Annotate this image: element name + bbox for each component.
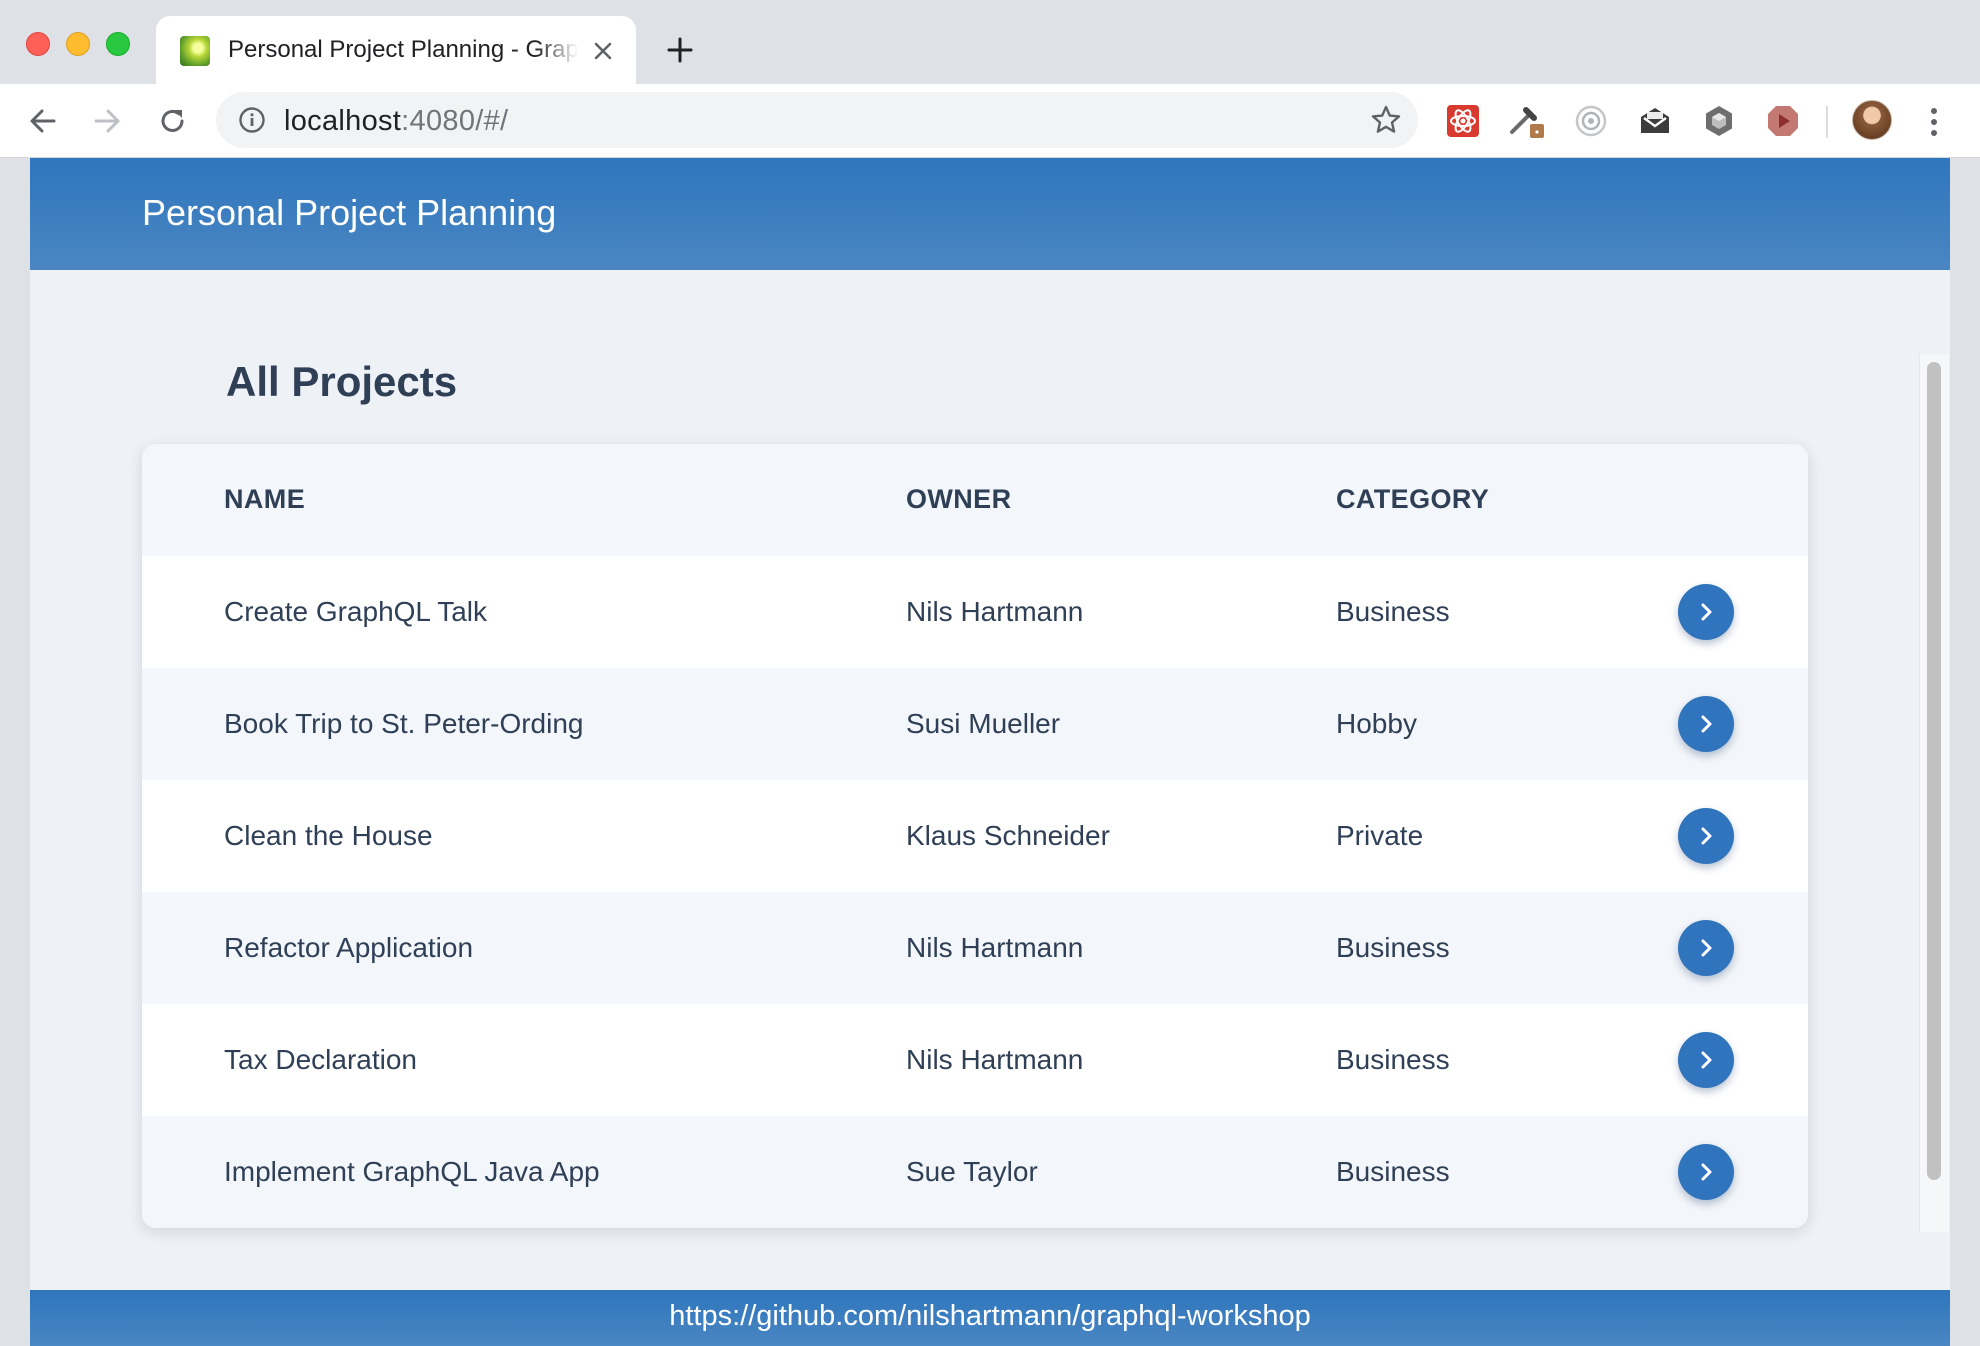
scrollbar-thumb[interactable] <box>1927 362 1941 1180</box>
chevron-right-icon <box>1701 603 1712 621</box>
open-project-button[interactable] <box>1678 584 1734 640</box>
address-bar[interactable]: localhost:4080/#/ <box>216 92 1418 148</box>
project-name: Implement GraphQL Java App <box>224 1156 600 1187</box>
url-text: localhost:4080/#/ <box>284 105 508 138</box>
info-icon[interactable] <box>238 106 266 134</box>
table-row[interactable]: Book Trip to St. Peter-Ording Susi Muell… <box>142 668 1808 780</box>
project-owner: Klaus Schneider <box>906 820 1110 851</box>
project-name: Tax Declaration <box>224 1044 417 1075</box>
project-name: Book Trip to St. Peter-Ording <box>224 708 584 739</box>
project-name: Create GraphQL Talk <box>224 596 488 627</box>
table-header: NAME OWNER CATEGORY <box>142 444 1808 556</box>
react-devtools-icon[interactable] <box>1444 102 1482 140</box>
url-host: localhost <box>284 105 402 137</box>
browser-toolbar: localhost:4080/#/ <box>0 84 1980 158</box>
browser-tab-active[interactable]: Personal Project Planning - GraphQL Work… <box>156 16 636 84</box>
chevron-right-icon <box>1701 1163 1712 1181</box>
table-row[interactable]: Clean the House Klaus Schneider Private <box>142 780 1808 892</box>
reload-icon[interactable] <box>150 98 196 144</box>
tab-title: Personal Project Planning - GraphQL Work… <box>228 36 578 63</box>
open-project-button[interactable] <box>1678 1032 1734 1088</box>
column-header-category: CATEGORY <box>1336 484 1490 514</box>
app-title[interactable]: Personal Project Planning <box>142 192 556 234</box>
project-owner: Sue Taylor <box>906 1156 1038 1187</box>
project-owner: Susi Mueller <box>906 708 1061 739</box>
eyedropper-icon[interactable] <box>1508 102 1546 140</box>
target-icon[interactable] <box>1572 102 1610 140</box>
project-owner: Nils Hartmann <box>906 932 1084 963</box>
project-category: Business <box>1336 1156 1450 1187</box>
app-header: Personal Project Planning <box>30 158 1950 270</box>
page-viewport: Personal Project Planning All Projects N… <box>30 158 1950 1346</box>
open-project-button[interactable] <box>1678 808 1734 864</box>
play-icon[interactable] <box>1764 102 1802 140</box>
new-tab-plus-icon[interactable] <box>660 30 700 70</box>
profile-avatar[interactable] <box>1852 100 1892 140</box>
projects-table: NAME OWNER CATEGORY Create GraphQL Talk … <box>142 444 1808 1228</box>
project-category: Private <box>1336 820 1424 851</box>
column-header-name: NAME <box>224 484 306 514</box>
browser-menu-icon[interactable] <box>1920 102 1948 142</box>
app-footer: https://github.com/nilshartmann/graphql-… <box>30 1290 1950 1346</box>
table-row[interactable]: Tax Declaration Nils Hartmann Business <box>142 1004 1808 1116</box>
minimize-window-button[interactable] <box>66 32 90 56</box>
open-project-button[interactable] <box>1678 696 1734 752</box>
chevron-right-icon <box>1701 715 1712 733</box>
project-category: Business <box>1336 1044 1450 1075</box>
project-category: Business <box>1336 932 1450 963</box>
bookmark-star-icon[interactable] <box>1370 104 1402 136</box>
cube-icon[interactable] <box>1700 102 1738 140</box>
table-row[interactable]: Implement GraphQL Java App Sue Taylor Bu… <box>142 1116 1808 1228</box>
forward-arrow-icon[interactable] <box>84 98 130 144</box>
open-project-button[interactable] <box>1678 1144 1734 1200</box>
project-name: Clean the House <box>224 820 433 851</box>
back-arrow-icon[interactable] <box>20 98 66 144</box>
project-category: Business <box>1336 596 1450 627</box>
tab-close-icon[interactable] <box>586 34 620 68</box>
table-row[interactable]: Refactor Application Nils Hartmann Busin… <box>142 892 1808 1004</box>
project-owner: Nils Hartmann <box>906 1044 1084 1075</box>
chevron-right-icon <box>1701 939 1712 957</box>
mail-icon[interactable] <box>1636 102 1674 140</box>
project-owner: Nils Hartmann <box>906 596 1084 627</box>
close-window-button[interactable] <box>26 32 50 56</box>
toolbar-divider <box>1826 106 1828 138</box>
chevron-right-icon <box>1701 1051 1712 1069</box>
maximize-window-button[interactable] <box>106 32 130 56</box>
url-path: :4080/#/ <box>401 105 509 137</box>
chevron-right-icon <box>1701 827 1712 845</box>
github-link[interactable]: https://github.com/nilshartmann/graphql-… <box>30 1300 1950 1333</box>
page-title: All Projects <box>226 358 458 405</box>
open-project-button[interactable] <box>1678 920 1734 976</box>
browser-tab-bar: Personal Project Planning - GraphQL Work… <box>0 0 1980 84</box>
favicon-icon <box>180 36 210 66</box>
project-name: Refactor Application <box>224 932 474 963</box>
column-header-owner: OWNER <box>906 484 1012 514</box>
project-category: Hobby <box>1336 708 1417 739</box>
table-row[interactable]: Create GraphQL Talk Nils Hartmann Busine… <box>142 556 1808 668</box>
